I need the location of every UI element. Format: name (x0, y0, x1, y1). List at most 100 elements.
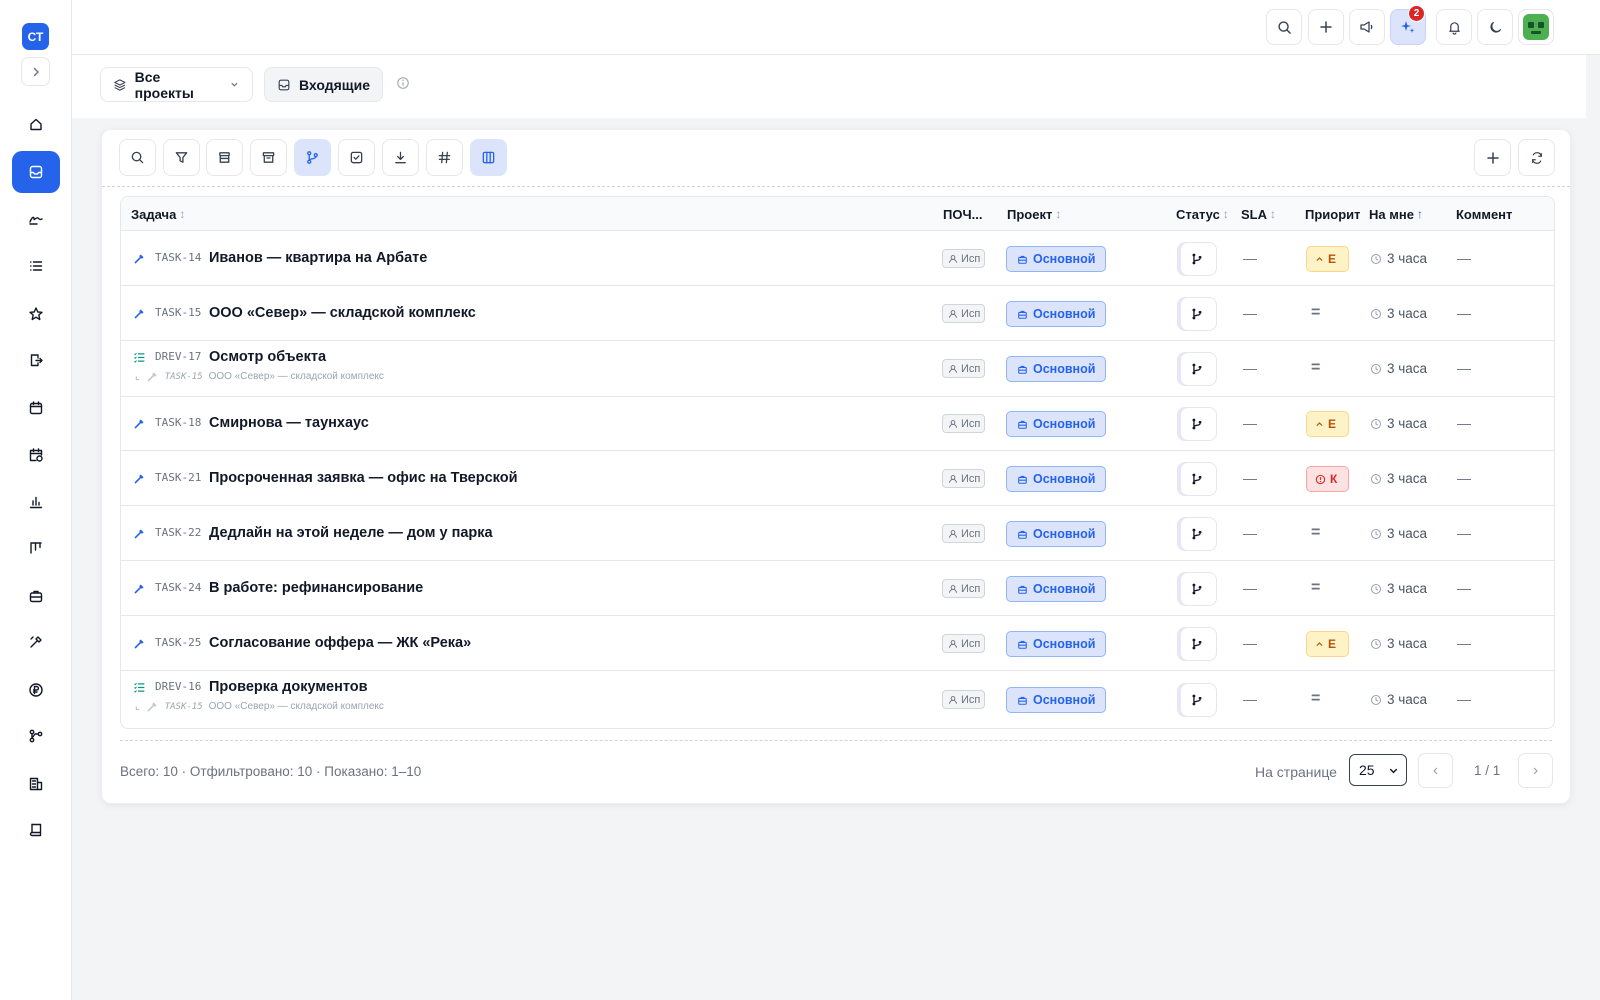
priority-badge[interactable]: Е (1306, 246, 1349, 272)
status-button[interactable] (1177, 572, 1217, 606)
task-key[interactable]: TASK-24 (155, 581, 201, 594)
sidebar-item-ruble[interactable] (12, 669, 60, 711)
project-badge[interactable]: Основной (1006, 576, 1107, 602)
column-header-project[interactable]: Проект ↕ (1007, 197, 1061, 231)
status-button[interactable] (1177, 297, 1217, 331)
task-title[interactable]: Смирнова — таунхаус (209, 415, 369, 431)
assignee-chip[interactable]: Исп (942, 634, 985, 653)
priority-normal[interactable]: = (1311, 579, 1320, 597)
column-header-mine[interactable]: На мне ↑ (1369, 197, 1423, 231)
table-row[interactable]: DREV-16 Проверка документов ⌞ TASK-15 ООО «С… (121, 671, 1554, 728)
prev-page-button[interactable]: ‹ (1418, 753, 1453, 788)
status-button[interactable] (1177, 462, 1217, 496)
sidebar-item-briefcase[interactable] (12, 575, 60, 617)
assignee-chip[interactable]: Исп (942, 414, 985, 433)
task-title[interactable]: Дедлайн на этой неделе — дом у парка (209, 525, 493, 541)
project-badge[interactable]: Основной (1006, 466, 1107, 492)
inbox-tab[interactable]: Входящие (264, 67, 383, 102)
parent-task-link[interactable]: ⌞ TASK-15 ООО «Север» — складской комплекс (135, 370, 384, 383)
toolbar-filter-button[interactable] (163, 139, 200, 176)
theme-toggle-button[interactable] (1477, 9, 1513, 45)
task-key[interactable]: TASK-25 (155, 636, 201, 649)
task-title[interactable]: Согласование оффера — ЖК «Река» (209, 635, 471, 651)
column-header-sla[interactable]: SLA ↕ (1241, 197, 1276, 231)
priority-normal[interactable]: = (1311, 304, 1320, 322)
sidebar-item-inbox[interactable] (12, 151, 60, 193)
workspace-logo[interactable]: СТ (22, 23, 49, 50)
task-title[interactable]: Проверка документов (209, 679, 368, 695)
toolbar-download-button[interactable] (382, 139, 419, 176)
global-search-button[interactable] (1266, 9, 1302, 45)
toolbar-archive-box-button[interactable] (206, 139, 243, 176)
sidebar-item-calendar-clock[interactable] (12, 434, 60, 476)
priority-badge[interactable]: Е (1306, 631, 1349, 657)
status-button[interactable] (1177, 352, 1217, 386)
project-badge[interactable]: Основной (1006, 631, 1107, 657)
column-header-priority[interactable]: Приорит (1305, 197, 1360, 231)
status-button[interactable] (1177, 627, 1217, 661)
sidebar-item-workflow[interactable] (12, 715, 60, 757)
project-selector[interactable]: Все проекты (100, 67, 253, 102)
assignee-chip[interactable]: Исп (942, 469, 985, 488)
sidebar-item-signature[interactable] (12, 198, 60, 240)
sidebar-item-list[interactable] (12, 245, 60, 287)
project-badge[interactable]: Основной (1006, 301, 1107, 327)
project-badge[interactable]: Основной (1006, 687, 1107, 713)
ai-assistant-button[interactable]: 2 (1390, 5, 1426, 45)
priority-normal[interactable]: = (1311, 524, 1320, 542)
table-row[interactable]: TASK-15 ООО «Север» — складской комплекс И… (121, 286, 1554, 341)
task-title[interactable]: В работе: рефинансирование (209, 580, 423, 596)
toolbar-checkbox-button[interactable] (338, 139, 375, 176)
priority-normal[interactable]: = (1311, 359, 1320, 377)
per-page-select[interactable]: 25 (1349, 754, 1407, 786)
assignee-chip[interactable]: Исп (942, 249, 985, 268)
info-icon[interactable] (396, 76, 410, 90)
add-task-button[interactable] (1474, 139, 1511, 176)
announcements-button[interactable] (1349, 9, 1385, 45)
column-header-status[interactable]: Статус ↕ (1176, 197, 1229, 231)
priority-badge[interactable]: Е (1306, 411, 1349, 437)
user-menu-button[interactable] (1518, 9, 1554, 45)
status-button[interactable] (1177, 407, 1217, 441)
sidebar-item-calendar[interactable] (12, 387, 60, 429)
project-badge[interactable]: Основной (1006, 521, 1107, 547)
project-badge[interactable]: Основной (1006, 246, 1107, 272)
expand-sidebar-button[interactable] (21, 57, 50, 86)
column-header-email[interactable]: ПОЧ... (943, 197, 987, 231)
task-title[interactable]: Просроченная заявка — офис на Тверской (209, 470, 518, 486)
table-row[interactable]: TASK-14 Иванов — квартира на Арбате Исп Осн… (121, 231, 1554, 286)
task-key[interactable]: TASK-14 (155, 251, 201, 264)
toolbar-hash-button[interactable] (426, 139, 463, 176)
assignee-chip[interactable]: Исп (942, 304, 985, 323)
toolbar-git-branch-button[interactable] (294, 139, 331, 176)
table-row[interactable]: TASK-24 В работе: рефинансирование Исп Осно… (121, 561, 1554, 616)
notifications-button[interactable] (1436, 9, 1472, 45)
task-key[interactable]: TASK-21 (155, 471, 201, 484)
sidebar-item-kanban[interactable] (12, 527, 60, 569)
sidebar-item-book[interactable] (12, 809, 60, 851)
task-title[interactable]: Осмотр объекта (209, 349, 326, 365)
assignee-chip[interactable]: Исп (942, 524, 985, 543)
refresh-button[interactable] (1518, 139, 1555, 176)
table-row[interactable]: TASK-21 Просроченная заявка — офис на Тве… (121, 451, 1554, 506)
task-title[interactable]: Иванов — квартира на Арбате (209, 250, 427, 266)
toolbar-search-button[interactable] (119, 139, 156, 176)
status-button[interactable] (1177, 683, 1217, 717)
column-header-comments[interactable]: Коммент (1456, 197, 1512, 231)
sidebar-item-star[interactable] (12, 293, 60, 335)
column-header-task[interactable]: Задача ↕ (131, 197, 185, 231)
status-button[interactable] (1177, 242, 1217, 276)
task-title[interactable]: ООО «Север» — складской комплекс (209, 305, 476, 321)
toolbar-columns-button[interactable] (470, 139, 507, 176)
next-page-button[interactable]: › (1518, 753, 1553, 788)
sidebar-item-building[interactable] (12, 763, 60, 805)
assignee-chip[interactable]: Исп (942, 579, 985, 598)
sidebar-item-bar-chart[interactable] (12, 481, 60, 523)
task-key[interactable]: DREV-17 (155, 350, 201, 363)
assignee-chip[interactable]: Исп (942, 690, 985, 709)
parent-task-link[interactable]: ⌞ TASK-15 ООО «Север» — складской комплекс (135, 700, 384, 713)
sidebar-item-document-exit[interactable] (12, 339, 60, 381)
table-row[interactable]: DREV-17 Осмотр объекта ⌞ TASK-15 ООО «Север»… (121, 341, 1554, 397)
table-row[interactable]: TASK-18 Смирнова — таунхаус Исп Основной — Е 3… (121, 397, 1554, 451)
task-key[interactable]: TASK-18 (155, 416, 201, 429)
